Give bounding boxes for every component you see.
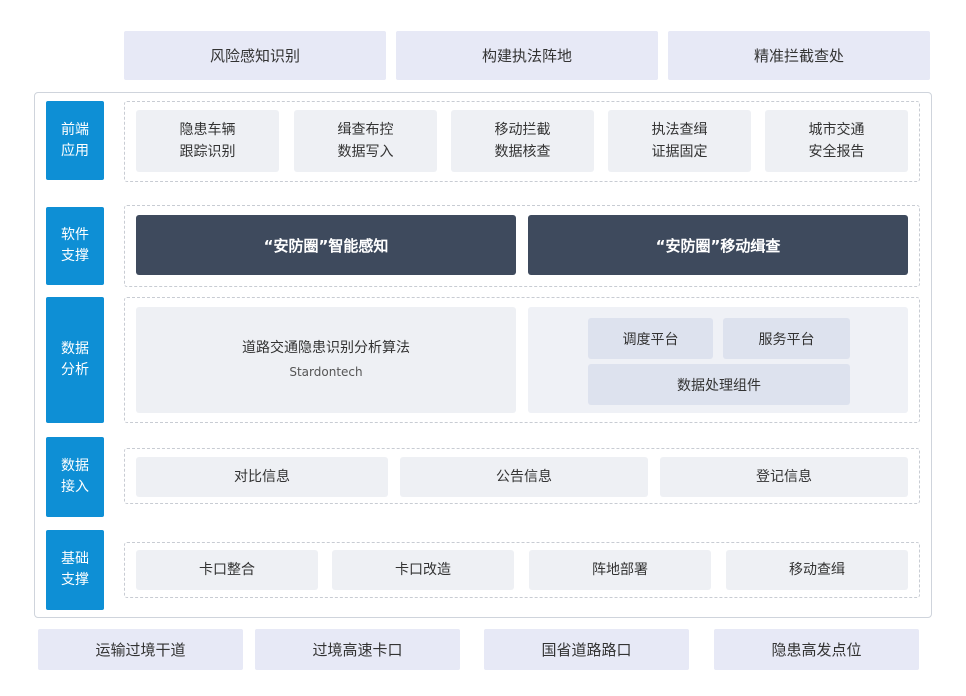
algorithm-block: 道路交通隐患识别分析算法 Stardontech (136, 307, 516, 413)
frontend-item: 缉查布控 数据写入 (294, 110, 437, 172)
bottom-banner-item: 运输过境干道 (38, 629, 243, 670)
top-banner-item: 精准拦截查处 (668, 31, 930, 80)
algorithm-subtitle: Stardontech (289, 365, 363, 379)
base-item: 阵地部署 (529, 550, 711, 590)
access-item: 对比信息 (136, 457, 388, 497)
access-item: 登记信息 (660, 457, 908, 497)
frontend-item: 城市交通 安全报告 (765, 110, 908, 172)
bottom-banner-item: 国省道路路口 (484, 629, 689, 670)
base-item: 卡口整合 (136, 550, 318, 590)
access-item: 公告信息 (400, 457, 648, 497)
data-processing-component: 数据处理组件 (588, 364, 850, 405)
top-banner-item: 风险感知识别 (124, 31, 386, 80)
layer-label-access: 数据 接入 (46, 437, 104, 517)
mobile-inspection-block: “安防圈”移动缉查 (528, 215, 908, 275)
frontend-item: 执法查缉 证据固定 (608, 110, 751, 172)
service-platform: 服务平台 (723, 318, 850, 359)
base-item: 卡口改造 (332, 550, 514, 590)
top-banner-item: 构建执法阵地 (396, 31, 658, 80)
layer-label-software: 软件 支撑 (46, 207, 104, 285)
frontend-item: 移动拦截 数据核查 (451, 110, 594, 172)
layer-label-frontend: 前端 应用 (46, 101, 104, 180)
frontend-item: 隐患车辆 跟踪识别 (136, 110, 279, 172)
smart-perception-block: “安防圈”智能感知 (136, 215, 516, 275)
dispatch-platform: 调度平台 (588, 318, 713, 359)
layer-label-base: 基础 支撑 (46, 530, 104, 610)
bottom-banner-item: 过境高速卡口 (255, 629, 460, 670)
base-item: 移动查缉 (726, 550, 908, 590)
algorithm-title: 道路交通隐患识别分析算法 (242, 340, 410, 356)
bottom-banner-item: 隐患高发点位 (714, 629, 919, 670)
layer-label-analysis: 数据 分析 (46, 297, 104, 423)
